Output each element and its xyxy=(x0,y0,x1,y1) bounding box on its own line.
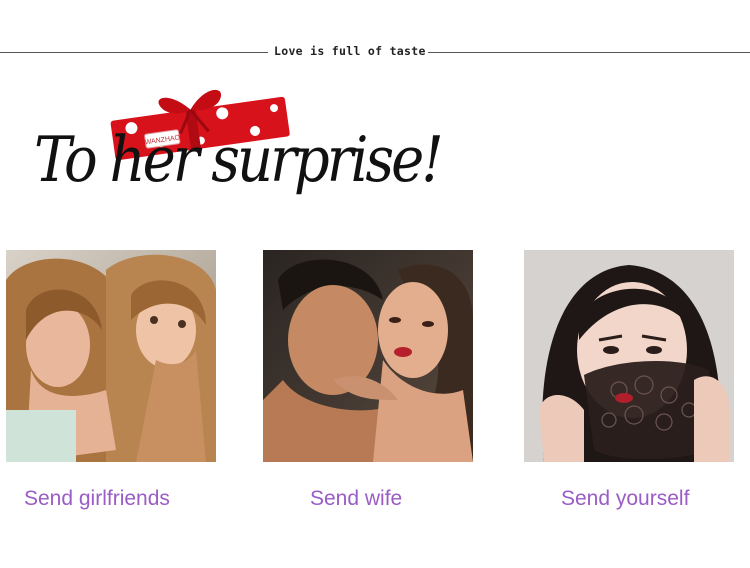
girlfriends-photo xyxy=(6,250,216,462)
page-headline: To her surprise! xyxy=(34,124,444,197)
headline-block: WANZHAO To her surprise! xyxy=(28,82,444,212)
header-rule-right xyxy=(428,52,750,53)
card-yourself-image[interactable] xyxy=(524,250,734,462)
header-tagline: Love is full of taste xyxy=(274,44,426,58)
couple-photo xyxy=(263,250,473,462)
card-girlfriends-image[interactable] xyxy=(6,250,216,462)
woman-lace-photo xyxy=(524,250,734,462)
header-rule-left xyxy=(0,52,268,53)
caption-girlfriends: Send girlfriends xyxy=(24,487,170,510)
caption-yourself: Send yourself xyxy=(561,487,690,510)
card-wife-image[interactable] xyxy=(263,250,473,462)
caption-wife: Send wife xyxy=(310,487,403,510)
